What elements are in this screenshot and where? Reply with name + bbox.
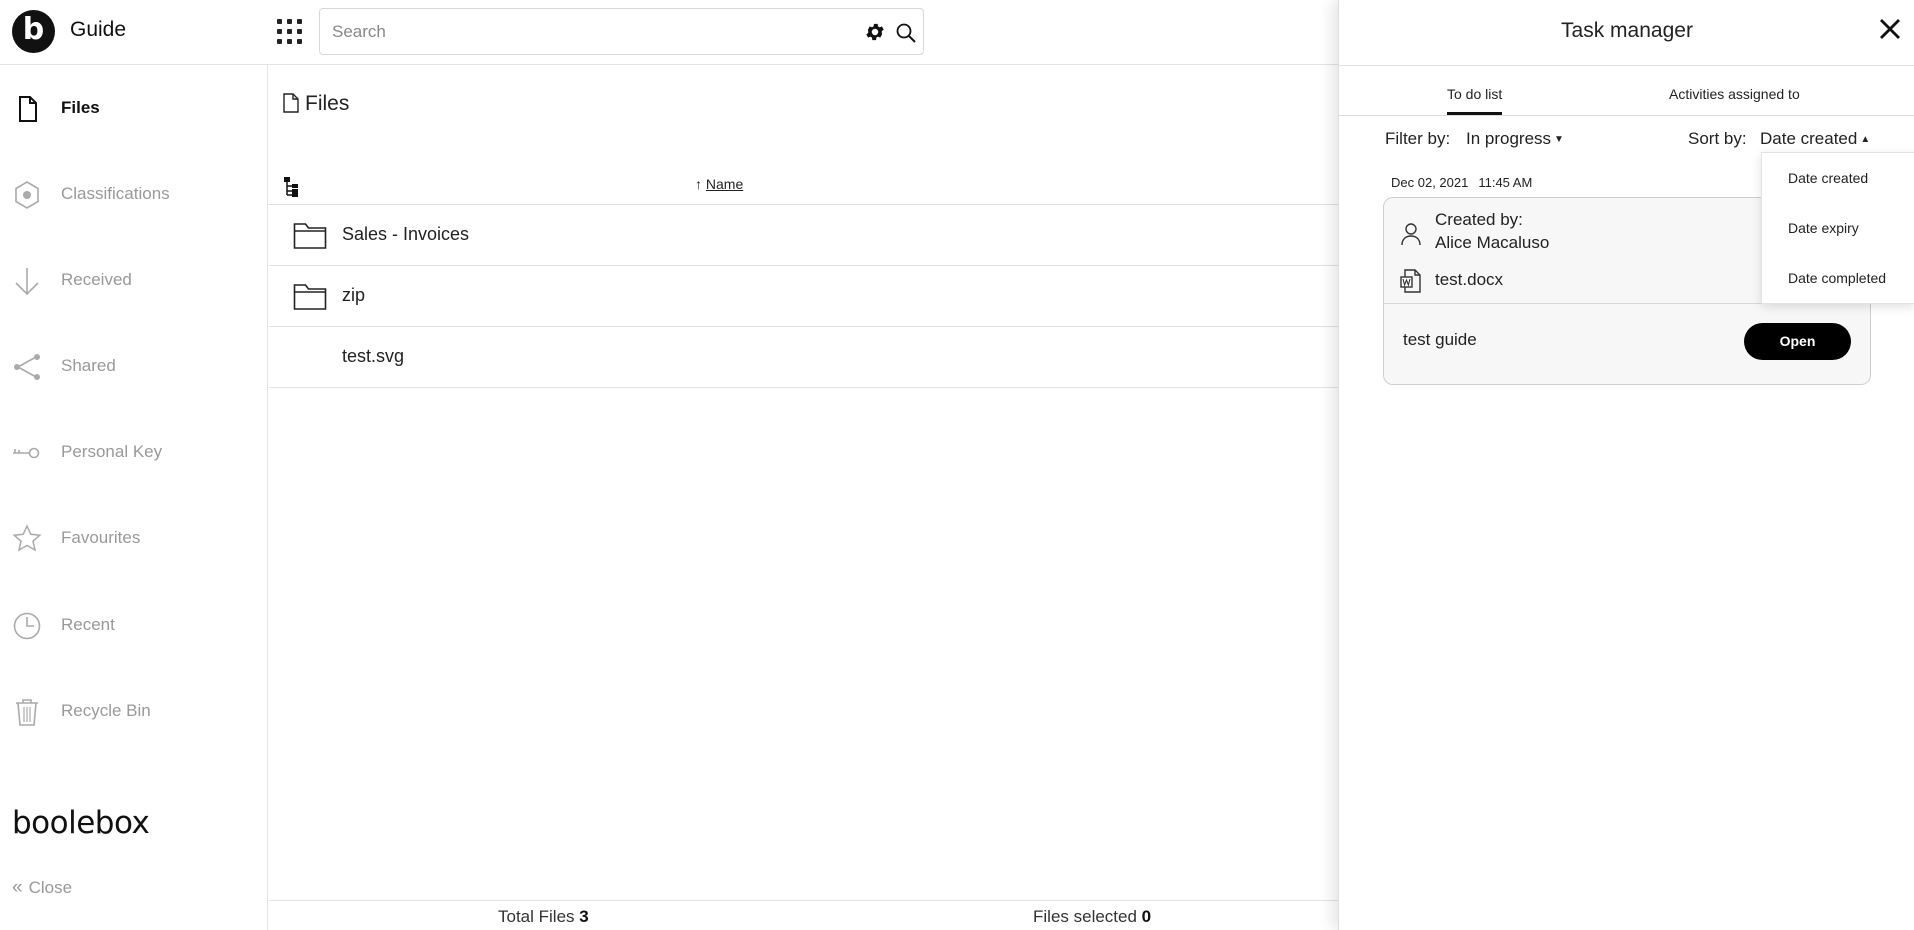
- sort-option-date-completed[interactable]: Date completed: [1762, 253, 1914, 303]
- app-logo[interactable]: b: [12, 10, 55, 53]
- double-chevron-left-icon: «: [12, 877, 23, 898]
- close-icon[interactable]: [1875, 14, 1905, 44]
- sidebar-item-recycle-bin[interactable]: Recycle Bin: [0, 682, 267, 742]
- apps-grid-icon[interactable]: [277, 19, 303, 45]
- folder-icon: [293, 284, 327, 310]
- sort-label: Sort by:: [1688, 129, 1747, 148]
- sort-dropdown-menu: Date created Date expiry Date completed: [1761, 152, 1914, 304]
- tab-to-do-list[interactable]: To do list: [1447, 86, 1503, 115]
- task-time: 11:45 AM: [1478, 175, 1533, 190]
- close-sidebar-label: Close: [28, 878, 73, 897]
- top-bar: b Guide: [0, 0, 1338, 65]
- app-title: Guide: [70, 18, 127, 41]
- task-manager-panel: Task manager To do list Activities assig…: [1338, 0, 1914, 930]
- files-selected-count: 0: [1141, 907, 1152, 926]
- total-files-count: 3: [579, 907, 589, 926]
- status-footer: Total Files 3 Files selected 0: [269, 900, 1338, 930]
- person-icon: [1401, 223, 1421, 246]
- open-task-button[interactable]: Open: [1744, 323, 1851, 360]
- sidebar-item-label: Received: [61, 270, 132, 289]
- created-by-label: Created by:: [1435, 210, 1523, 229]
- sidebar-item-received[interactable]: Received: [0, 251, 267, 311]
- sort-arrow-up-icon: ↑: [695, 176, 702, 192]
- sidebar-item-shared[interactable]: Shared: [0, 337, 267, 397]
- table-row[interactable]: test.svg: [269, 327, 1338, 388]
- sort-by-name-column[interactable]: ↑ Name: [695, 176, 743, 192]
- created-by-name: Alice Macaluso: [1435, 233, 1550, 252]
- sidebar-item-label: Recent: [61, 615, 115, 634]
- sidebar-item-label: Shared: [61, 356, 116, 375]
- files-selected-label: Files selected: [1033, 907, 1137, 926]
- search-icon[interactable]: [894, 21, 918, 45]
- total-files-label: Total Files: [498, 907, 575, 926]
- divider: [1339, 65, 1914, 66]
- page-title: Files: [283, 92, 349, 116]
- sidebar-item-label: Favourites: [61, 528, 141, 547]
- brand-logo: boolebox: [12, 805, 150, 841]
- page-title-text: Files: [305, 92, 350, 115]
- filter-dropdown[interactable]: In progress ▼: [1466, 129, 1564, 149]
- files-selected: Files selected 0: [1033, 907, 1151, 927]
- gear-icon[interactable]: [864, 21, 886, 43]
- trash-icon: [16, 699, 38, 726]
- sidebar-item-recent[interactable]: Recent: [0, 596, 267, 656]
- task-timestamp: Dec 02, 2021 11:45 AM: [1391, 175, 1532, 190]
- sidebar-item-personal-key[interactable]: Personal Key: [0, 423, 267, 483]
- caret-down-icon: ▼: [1554, 134, 1564, 145]
- key-icon: [13, 447, 40, 459]
- tree-view-icon[interactable]: [283, 176, 303, 198]
- star-icon: [12, 524, 42, 552]
- hexagon-icon: [15, 181, 39, 209]
- filter-label: Filter by:: [1385, 129, 1451, 148]
- file-icon: [283, 93, 299, 113]
- word-document-icon: [1400, 269, 1421, 293]
- caret-up-icon: ▲: [1860, 134, 1871, 145]
- total-files: Total Files 3: [498, 907, 589, 927]
- close-sidebar-button[interactable]: « Close: [12, 877, 72, 899]
- table-row[interactable]: zip: [269, 266, 1338, 327]
- arrow-down-icon: [15, 268, 39, 296]
- file-icon: [19, 96, 37, 122]
- table-row[interactable]: Sales - Invoices: [269, 205, 1338, 266]
- task-date: Dec 02, 2021: [1391, 175, 1469, 190]
- sidebar-item-favourites[interactable]: Favourites: [0, 509, 267, 569]
- main-content: Files ↑ Name Sales - Invoices zip test.s…: [269, 66, 1338, 930]
- tab-activities-assigned-to[interactable]: Activities assigned to: [1669, 86, 1800, 102]
- sidebar-item-files[interactable]: Files: [0, 79, 267, 139]
- row-name: zip: [342, 285, 366, 305]
- row-name: Sales - Invoices: [342, 224, 470, 244]
- filter-value: In progress: [1466, 129, 1552, 148]
- row-name: test.svg: [342, 346, 405, 366]
- sidebar-item-classifications[interactable]: Classifications: [0, 165, 267, 225]
- column-header-name: Name: [705, 176, 744, 192]
- sort-dropdown[interactable]: Date created ▲: [1760, 129, 1870, 149]
- sidebar: Files Classifications Received Shared Pe…: [0, 65, 268, 930]
- task-name: test guide: [1403, 330, 1477, 349]
- sidebar-item-label: Classifications: [61, 184, 170, 203]
- sort-option-date-expiry[interactable]: Date expiry: [1762, 203, 1914, 253]
- sidebar-item-label: Recycle Bin: [61, 701, 151, 720]
- clock-icon: [13, 612, 41, 640]
- sort-value: Date created: [1760, 129, 1858, 148]
- sidebar-item-label: Files: [61, 98, 100, 117]
- task-file-link[interactable]: test.docx: [1435, 270, 1503, 290]
- panel-title: Task manager: [1561, 19, 1693, 42]
- sort-option-date-created[interactable]: Date created: [1762, 153, 1914, 203]
- search-box: [319, 8, 924, 55]
- divider: [1339, 115, 1914, 116]
- sidebar-item-label: Personal Key: [61, 442, 163, 461]
- search-input[interactable]: [332, 19, 832, 45]
- folder-icon: [293, 223, 327, 249]
- share-icon: [14, 354, 40, 380]
